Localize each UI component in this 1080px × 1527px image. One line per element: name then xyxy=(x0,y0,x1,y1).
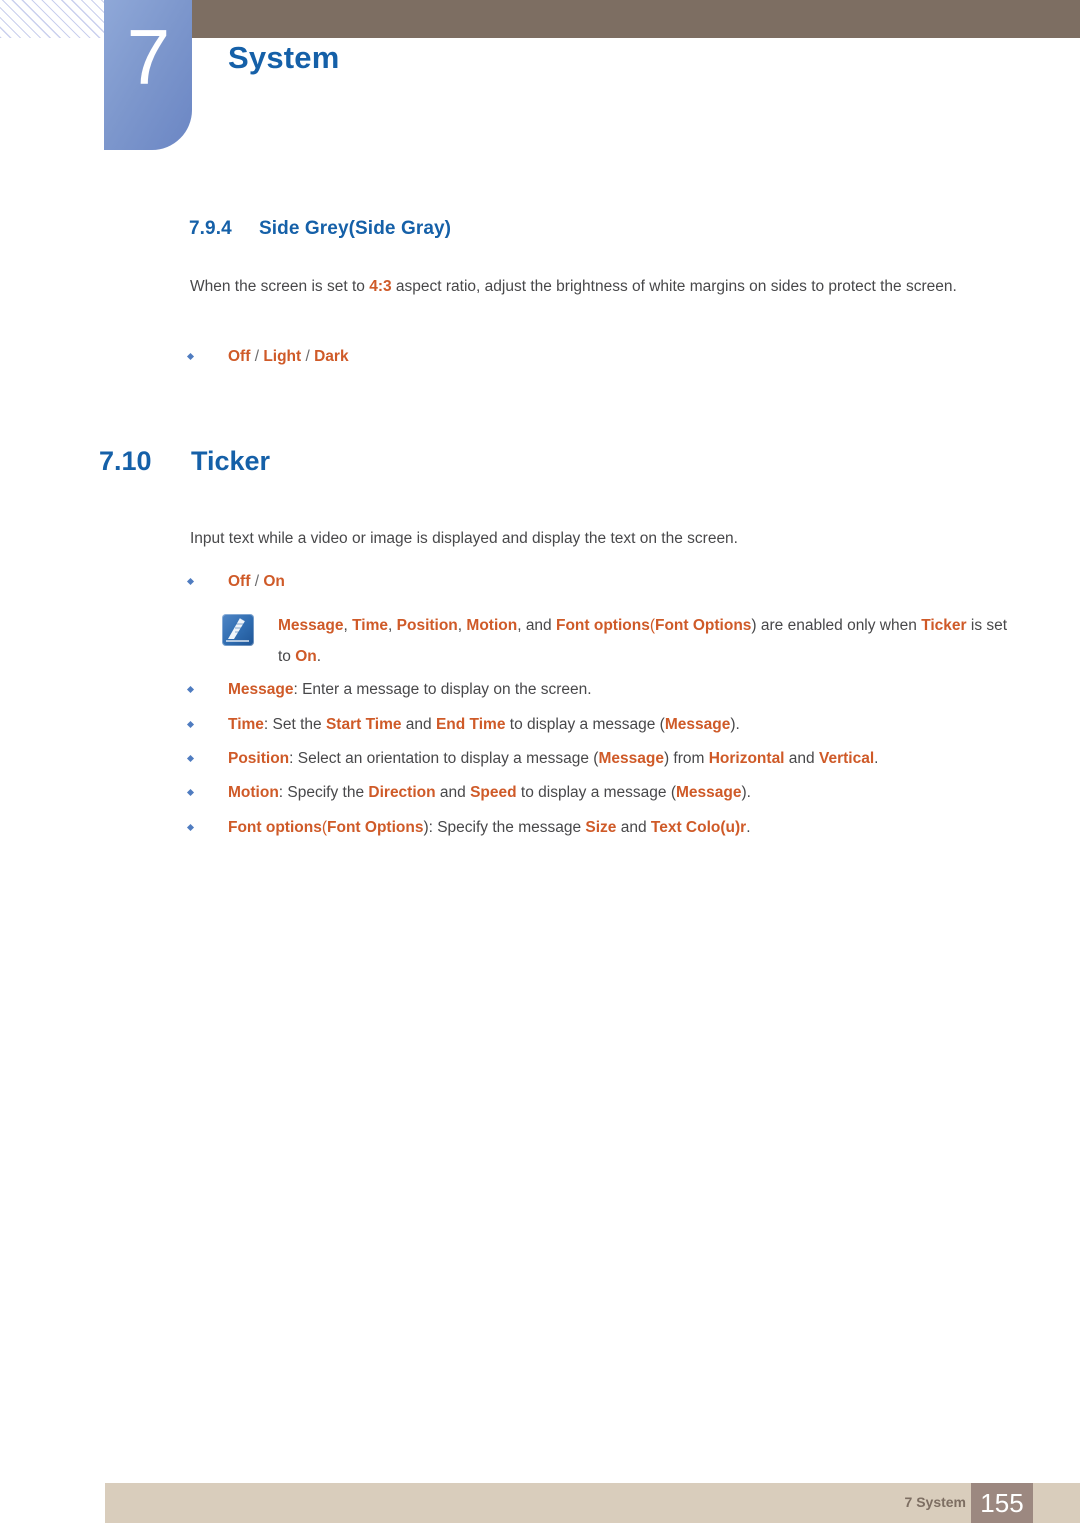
option-on: On xyxy=(263,573,285,590)
header-brown-bar xyxy=(192,0,1080,38)
time-text-4: ). xyxy=(730,716,740,733)
time-bullet-text: Time: Set the Start Time and End Time to… xyxy=(228,714,1012,736)
term-message: Message xyxy=(228,681,294,698)
motion-text-4: ). xyxy=(741,784,751,801)
term-time: Time xyxy=(228,716,264,733)
term-start-time: Start Time xyxy=(325,716,402,733)
option-separator-2: / xyxy=(301,348,315,365)
note-term-font-options-alt: Font Options xyxy=(655,617,752,634)
ticker-paragraph: Input text while a video or image is dis… xyxy=(190,530,738,547)
list-item-motion: Motion: Specify the Direction and Speed … xyxy=(182,782,1012,804)
bullet-dot-icon xyxy=(186,788,195,797)
note-sep-2: , xyxy=(388,617,397,634)
term-font-options-alt: Font Options xyxy=(327,819,424,836)
position-text-1: : Select an orientation to display a mes… xyxy=(289,750,599,767)
bullet-dot-icon xyxy=(186,352,195,361)
term-motion: Motion xyxy=(228,784,279,801)
option-off: Off xyxy=(228,348,251,365)
list-item-ticker-options: Off / On xyxy=(182,571,1012,593)
message-bullet-text: Message: Enter a message to display on t… xyxy=(228,679,1012,701)
note-term-time: Time xyxy=(352,617,389,634)
note-pen-icon xyxy=(222,614,254,646)
term-speed: Speed xyxy=(470,784,517,801)
font-options-text-3: . xyxy=(746,819,751,836)
note-term-font-options: Font options xyxy=(555,617,650,634)
page-number-box: 155 xyxy=(971,1483,1033,1523)
sub-heading-title: Side Grey(Side Gray) xyxy=(259,218,452,239)
option-dark: Dark xyxy=(314,348,349,365)
note-term-motion: Motion xyxy=(466,617,518,634)
note-sep-5: ) are enabled only when xyxy=(751,617,922,634)
list-item-font-options: Font options(Font Options): Specify the … xyxy=(182,817,1012,839)
sub-heading-side-grey: 7.9.4 Side Grey(Side Gray) xyxy=(189,218,451,240)
footer-chapter-label: 7 System xyxy=(904,1494,966,1510)
ticker-options-text: Off / On xyxy=(228,571,1012,593)
time-text-3: to display a message ( xyxy=(505,716,665,733)
position-text-4: . xyxy=(874,750,879,767)
main-heading-ticker: 7.10 Ticker xyxy=(99,446,270,477)
bullet-dot-icon xyxy=(186,577,195,586)
page-footer: 7 System 155 xyxy=(105,1483,1080,1523)
note-block: Message, Time, Position, Motion, and Fon… xyxy=(222,610,1012,672)
font-options-bullet-text: Font options(Font Options): Specify the … xyxy=(228,817,1012,839)
list-item-time: Time: Set the Start Time and End Time to… xyxy=(182,714,1012,736)
font-options-text-1: ): Specify the message xyxy=(423,819,586,836)
page-number: 155 xyxy=(980,1488,1024,1518)
bullet-dot-icon xyxy=(186,754,195,763)
term-text-colour: Text Colo(u)r xyxy=(650,819,747,836)
side-grey-options-text: Off / Light / Dark xyxy=(228,346,1012,368)
note-term-message: Message xyxy=(278,617,344,634)
bullet-dot-icon xyxy=(186,720,195,729)
chapter-title: System xyxy=(228,40,340,75)
page-header: 7 System xyxy=(0,0,1080,160)
option-separator-1: / xyxy=(250,348,264,365)
note-term-position: Position xyxy=(396,617,458,634)
motion-bullet-text: Motion: Specify the Direction and Speed … xyxy=(228,782,1012,804)
time-text-1: : Set the xyxy=(263,716,326,733)
paragraph-text-after: aspect ratio, adjust the brightness of w… xyxy=(391,278,957,295)
term-message-ref: Message xyxy=(664,716,731,733)
aspect-ratio-highlight: 4:3 xyxy=(369,278,392,295)
option-off: Off xyxy=(228,573,251,590)
term-horizontal: Horizontal xyxy=(708,750,785,767)
font-options-text-2: and xyxy=(616,819,651,836)
term-end-time: End Time xyxy=(435,716,506,733)
position-text-2: ) from xyxy=(663,750,709,767)
option-separator-1: / xyxy=(250,573,264,590)
chapter-tab: 7 xyxy=(104,0,192,150)
main-heading-number: 7.10 xyxy=(99,446,152,476)
position-bullet-text: Position: Select an orientation to displ… xyxy=(228,748,1012,770)
motion-text-3: to display a message ( xyxy=(516,784,676,801)
option-light: Light xyxy=(263,348,302,365)
note-term-ticker: Ticker xyxy=(921,617,967,634)
bullet-dot-icon xyxy=(186,823,195,832)
term-message-ref: Message xyxy=(675,784,742,801)
term-message-ref: Message xyxy=(598,750,664,767)
note-text: Message, Time, Position, Motion, and Fon… xyxy=(278,610,1012,672)
chapter-number: 7 xyxy=(126,13,170,101)
message-description: : Enter a message to display on the scre… xyxy=(293,681,592,698)
time-text-2: and xyxy=(401,716,436,733)
note-period: . xyxy=(316,648,322,665)
term-size: Size xyxy=(585,819,617,836)
term-direction: Direction xyxy=(368,784,436,801)
main-heading-title: Ticker xyxy=(191,446,271,476)
position-text-3: and xyxy=(784,750,819,767)
note-term-on: On xyxy=(295,648,317,665)
term-font-options: Font options xyxy=(228,819,322,836)
sub-heading-number: 7.9.4 xyxy=(189,218,232,239)
note-sep-1: , xyxy=(343,617,353,634)
bullet-dot-icon xyxy=(186,685,195,694)
note-sep-4: , and xyxy=(517,617,556,634)
side-grey-paragraph: When the screen is set to 4:3 aspect rat… xyxy=(190,268,1002,305)
paragraph-text-before: When the screen is set to xyxy=(190,278,370,295)
term-vertical: Vertical xyxy=(818,750,875,767)
motion-text-1: : Specify the xyxy=(278,784,369,801)
list-item-message: Message: Enter a message to display on t… xyxy=(182,679,1012,701)
motion-text-2: and xyxy=(435,784,471,801)
list-item-side-grey-options: Off / Light / Dark xyxy=(182,346,1012,368)
list-item-position: Position: Select an orientation to displ… xyxy=(182,748,1012,770)
term-position: Position xyxy=(228,750,290,767)
